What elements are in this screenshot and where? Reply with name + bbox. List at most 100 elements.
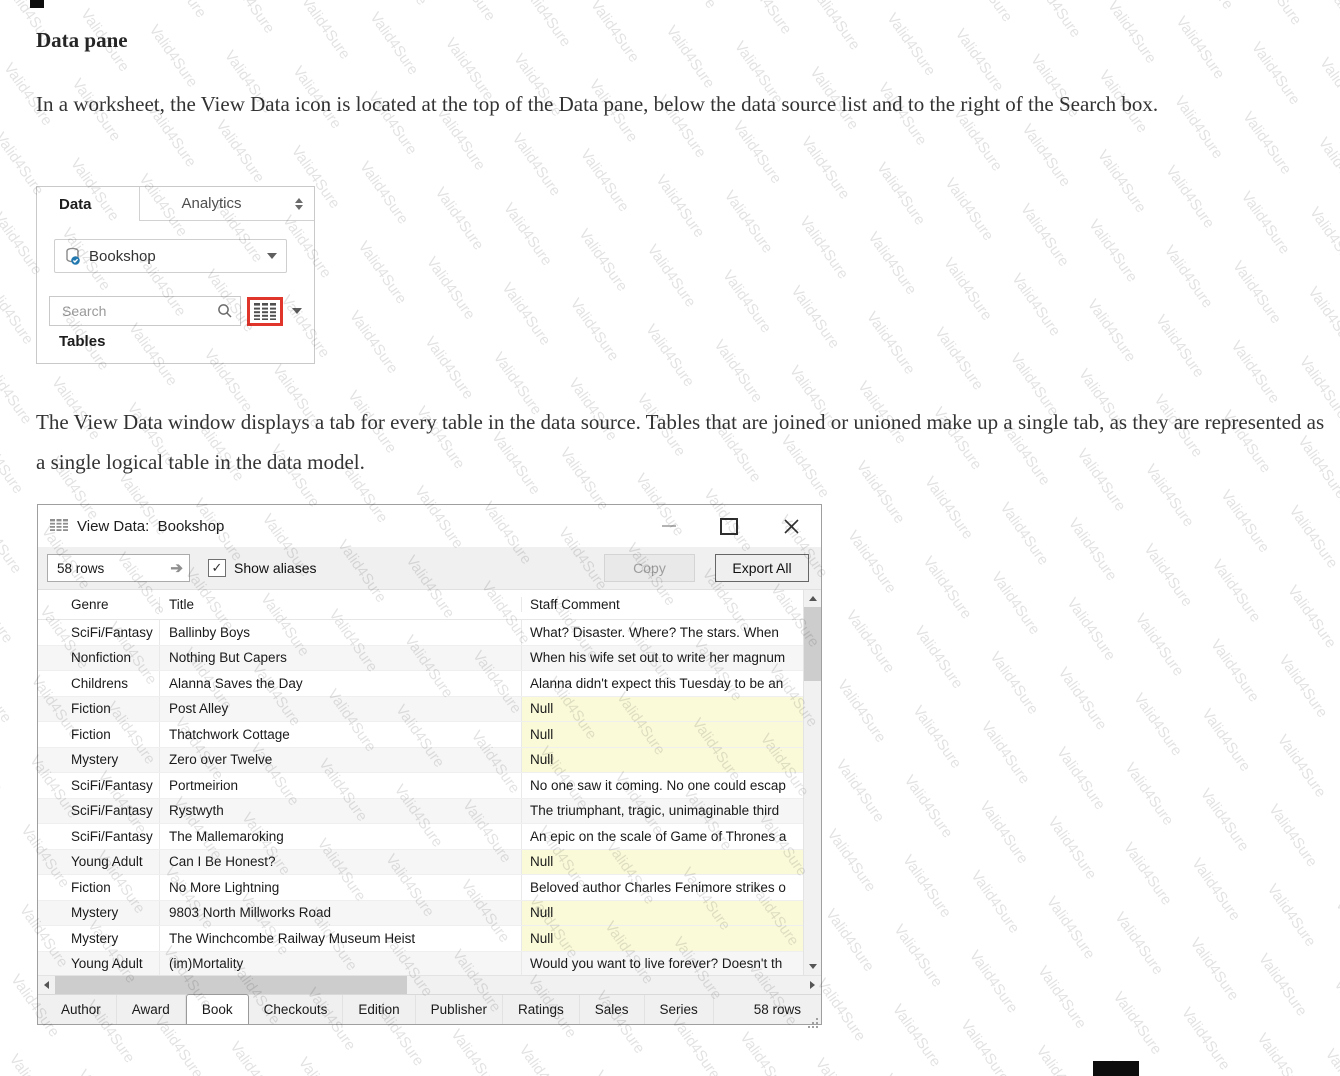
table-row[interactable]: SciFi/FantasyRystwythThe triumphant, tra… — [38, 799, 803, 825]
table-row[interactable]: FictionNo More LightningBeloved author C… — [38, 875, 803, 901]
chevron-down-icon — [267, 253, 277, 259]
scroll-up-icon[interactable] — [804, 590, 821, 607]
view-data-button-highlighted[interactable] — [247, 297, 283, 326]
page-artifact — [1093, 1061, 1139, 1076]
comment-cell: Null — [522, 722, 803, 747]
genre-cell: Mystery — [38, 901, 160, 926]
table-tab-ratings[interactable]: Ratings — [503, 995, 580, 1024]
column-header-title[interactable]: Title — [160, 597, 522, 612]
table-tab-sales[interactable]: Sales — [580, 995, 645, 1024]
comment-cell: The triumphant, tragic, unimaginable thi… — [522, 799, 803, 824]
table-row[interactable]: ChildrensAlanna Saves the DayAlanna didn… — [38, 671, 803, 697]
genre-cell: Childrens — [38, 671, 160, 696]
paragraph: In a worksheet, the View Data icon is lo… — [36, 84, 1328, 124]
search-box[interactable] — [49, 296, 241, 326]
title-cell: Zero over Twelve — [160, 748, 522, 773]
comment-cell: Null — [522, 748, 803, 773]
table-row[interactable]: FictionThatchwork CottageNull — [38, 722, 803, 748]
title-cell: Thatchwork Cottage — [160, 722, 522, 747]
close-button[interactable] — [784, 519, 799, 534]
table-row[interactable]: FictionPost AlleyNull — [38, 697, 803, 723]
table-row[interactable]: SciFi/FantasyBallinby BoysWhat? Disaster… — [38, 620, 803, 646]
table-tab-publisher[interactable]: Publisher — [416, 995, 503, 1024]
view-data-menu-caret[interactable] — [292, 308, 302, 314]
row-count-field[interactable]: ➔ — [47, 554, 190, 582]
window-titlebar[interactable]: View Data: Bookshop — [38, 505, 821, 547]
title-cell: Can I Be Honest? — [160, 850, 522, 875]
page-title: Data pane — [36, 28, 128, 53]
genre-cell: Fiction — [38, 697, 160, 722]
genre-cell: Young Adult — [38, 952, 160, 976]
table-row[interactable]: Young Adult(im)MortalityWould you want t… — [38, 952, 803, 976]
comment-cell: An epic on the scale of Game of Thrones … — [522, 824, 803, 849]
title-cell: Rystwyth — [160, 799, 522, 824]
vertical-scrollbar[interactable] — [803, 590, 821, 975]
maximize-button[interactable] — [720, 518, 738, 535]
title-cell: 9803 North Millworks Road — [160, 901, 522, 926]
table-tab-edition[interactable]: Edition — [343, 995, 415, 1024]
genre-cell: Fiction — [38, 875, 160, 900]
horizontal-scrollbar[interactable] — [38, 975, 821, 994]
comment-cell: Alanna didn't expect this Tuesday to be … — [522, 671, 803, 696]
genre-cell: Nonfiction — [38, 646, 160, 671]
title-cell: (im)Mortality — [160, 952, 522, 976]
tables-section-label: Tables — [59, 333, 105, 350]
table-row[interactable]: Young AdultCan I Be Honest?Null — [38, 850, 803, 876]
table-tab-series[interactable]: Series — [645, 995, 714, 1024]
pane-collapse-icon[interactable] — [283, 187, 314, 221]
data-pane-figure: Data Analytics Bookshop — [36, 186, 315, 364]
tab-analytics[interactable]: Analytics — [139, 187, 283, 221]
title-cell: Ballinby Boys — [160, 620, 522, 645]
view-data-window: View Data: Bookshop ➔ ✓ Show aliases Cop… — [37, 504, 822, 1025]
row-count-input[interactable] — [55, 560, 159, 577]
genre-cell: SciFi/Fantasy — [38, 799, 160, 824]
table-tab-author[interactable]: Author — [46, 995, 117, 1024]
horizontal-scroll-thumb[interactable] — [55, 976, 407, 994]
table-row[interactable]: SciFi/FantasyThe MallemarokingAn epic on… — [38, 824, 803, 850]
comment-cell: Beloved author Charles Fenimore strikes … — [522, 875, 803, 900]
comment-cell: Null — [522, 850, 803, 875]
apply-rows-arrow-icon[interactable]: ➔ — [170, 561, 183, 576]
chevron-up-icon — [295, 198, 303, 203]
minimize-button[interactable] — [662, 525, 676, 527]
column-header-genre[interactable]: Genre — [38, 597, 160, 612]
datasource-selector[interactable]: Bookshop — [54, 239, 287, 273]
column-header-comment[interactable]: Staff Comment — [522, 597, 803, 612]
table-row[interactable]: Mystery9803 North Millworks RoadNull — [38, 901, 803, 927]
copy-button[interactable]: Copy — [604, 554, 695, 582]
view-data-toolbar: ➔ ✓ Show aliases Copy Export All — [38, 547, 821, 590]
table-row[interactable]: MysteryZero over TwelveNull — [38, 748, 803, 774]
search-icon — [217, 303, 233, 319]
table-tab-book[interactable]: Book — [186, 994, 249, 1024]
genre-cell: SciFi/Fantasy — [38, 824, 160, 849]
scroll-down-icon[interactable] — [804, 958, 821, 975]
table-row[interactable]: SciFi/FantasyPortmeirionNo one saw it co… — [38, 773, 803, 799]
comment-cell: No one saw it coming. No one could escap — [522, 773, 803, 798]
title-cell: Alanna Saves the Day — [160, 671, 522, 696]
comment-cell: What? Disaster. Where? The stars. When — [522, 620, 803, 645]
title-cell: Post Alley — [160, 697, 522, 722]
export-all-button[interactable]: Export All — [715, 554, 809, 582]
comment-cell: Null — [522, 926, 803, 951]
table-row[interactable]: NonfictionNothing But CapersWhen his wif… — [38, 646, 803, 672]
chevron-down-icon — [295, 205, 303, 210]
search-input[interactable] — [60, 302, 204, 320]
scroll-right-icon[interactable] — [804, 977, 821, 994]
tab-data[interactable]: Data — [37, 187, 139, 221]
show-aliases-checkbox[interactable]: ✓ — [208, 559, 226, 577]
table-tab-checkouts[interactable]: Checkouts — [249, 995, 344, 1024]
title-cell: Portmeirion — [160, 773, 522, 798]
table-tab-award[interactable]: Award — [117, 995, 186, 1024]
scroll-left-icon[interactable] — [38, 977, 55, 994]
comment-cell: Would you want to live forever? Doesn't … — [522, 952, 803, 976]
document-page: Valid4Sure Valid4Sure Valid4Sure Valid4S… — [0, 0, 1340, 1076]
paragraph: The View Data window displays a tab for … — [36, 402, 1328, 482]
view-data-grid-icon — [50, 519, 68, 533]
vertical-scroll-thumb[interactable] — [804, 607, 821, 681]
status-row-count: 58 rows — [754, 1002, 801, 1017]
table-row[interactable]: MysteryThe Winchcombe Railway Museum Hei… — [38, 926, 803, 952]
comment-cell: Null — [522, 697, 803, 722]
comment-cell: When his wife set out to write her magnu… — [522, 646, 803, 671]
genre-cell: Young Adult — [38, 850, 160, 875]
resize-grip[interactable] — [816, 1018, 818, 1020]
